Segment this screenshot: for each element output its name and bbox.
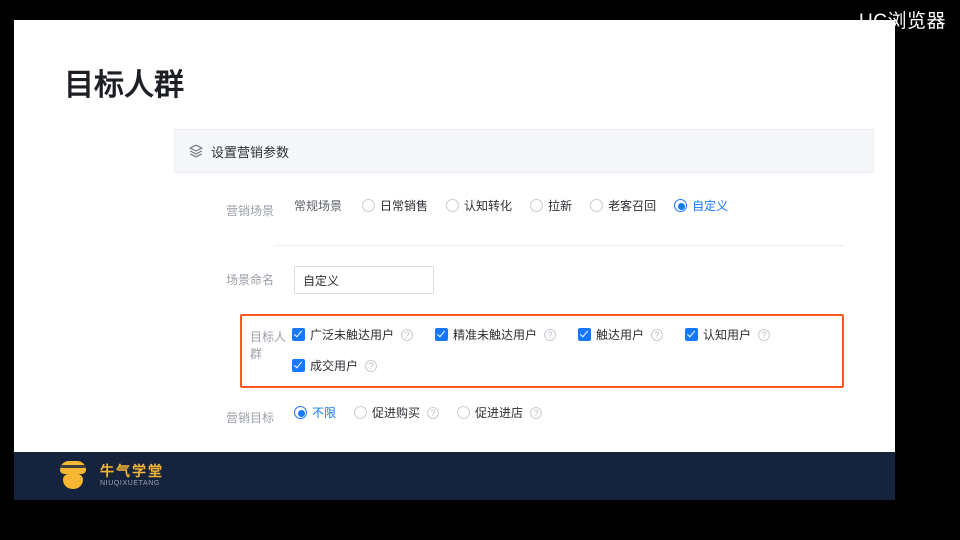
footer-bar: 牛气学堂 NIUQIXUETANG (14, 452, 895, 500)
brand-en: NIUQIXUETANG (100, 480, 164, 488)
row-goal-content: 不限 促进购买? 促进进店? (294, 404, 874, 421)
brand-mascot-icon (56, 461, 90, 491)
radio-dot-icon (590, 199, 603, 212)
layers-icon (189, 144, 203, 158)
help-icon[interactable]: ? (544, 329, 556, 341)
row-audience-label: 目标人群 (242, 326, 292, 362)
content-slide: 目标人群 设置营销参数 营销场景 常规场景 日常销售 认知转 (14, 20, 895, 452)
scene-options: 常规场景 日常销售 认知转化 拉新 老客召回 自定义 (294, 197, 844, 214)
row-goal-label: 营销目标 (174, 404, 294, 426)
help-icon[interactable]: ? (365, 360, 377, 372)
brand-text: 牛气学堂 NIUQIXUETANG (100, 464, 164, 487)
radio-promote-visit[interactable]: 促进进店? (457, 404, 542, 421)
row-audience: 目标人群 广泛未触达用户? 精准未触达用户? 触达用户? 认知用户? 成交用户? (174, 314, 874, 388)
page-title: 目标人群 (64, 60, 184, 104)
radio-new-user[interactable]: 拉新 (530, 197, 572, 214)
brand-cn: 牛气学堂 (100, 464, 164, 479)
row-scene-label: 营销场景 (174, 197, 294, 219)
checkbox-icon (578, 328, 591, 341)
divider (274, 245, 844, 246)
panel-header: 设置营销参数 (174, 129, 874, 173)
radio-dot-icon (530, 199, 543, 212)
checkbox-icon (292, 328, 305, 341)
panel-header-title: 设置营销参数 (211, 142, 289, 161)
radio-dot-icon (446, 199, 459, 212)
radio-unlimited[interactable]: 不限 (294, 404, 336, 421)
radio-promote-buy[interactable]: 促进购买? (354, 404, 439, 421)
checkbox-icon (292, 359, 305, 372)
help-icon[interactable]: ? (651, 329, 663, 341)
row-audience-content: 目标人群 广泛未触达用户? 精准未触达用户? 触达用户? 认知用户? 成交用户? (244, 314, 874, 388)
radio-dot-icon (294, 406, 307, 419)
radio-custom[interactable]: 自定义 (674, 197, 728, 214)
row-scene-content: 常规场景 日常销售 认知转化 拉新 老客召回 自定义 (294, 197, 874, 214)
help-icon[interactable]: ? (427, 407, 439, 419)
row-name-label: 场景命名 (174, 266, 294, 288)
help-icon[interactable]: ? (401, 329, 413, 341)
help-icon[interactable]: ? (530, 407, 542, 419)
scene-category-label: 常规场景 (294, 197, 342, 214)
row-name: 场景命名 (174, 266, 874, 294)
row-name-content (294, 266, 874, 294)
highlight-box: 目标人群 广泛未触达用户? 精准未触达用户? 触达用户? 认知用户? 成交用户? (240, 314, 844, 388)
check-aware[interactable]: 认知用户? (685, 326, 770, 343)
check-broad-unreached[interactable]: 广泛未触达用户? (292, 326, 413, 343)
row-goal: 营销目标 不限 促进购买? 促进进店? (174, 404, 874, 426)
row-scene: 营销场景 常规场景 日常销售 认知转化 拉新 老客召回 自定义 (174, 197, 874, 219)
spacer (174, 314, 244, 319)
scene-name-input[interactable] (294, 266, 434, 294)
checkbox-icon (435, 328, 448, 341)
check-reached[interactable]: 触达用户? (578, 326, 663, 343)
checkbox-icon (685, 328, 698, 341)
form-area: 营销场景 常规场景 日常销售 认知转化 拉新 老客召回 自定义 场景命名 (174, 173, 874, 426)
radio-dot-icon (674, 199, 687, 212)
radio-daily-sales[interactable]: 日常销售 (362, 197, 428, 214)
radio-dot-icon (457, 406, 470, 419)
radio-dot-icon (362, 199, 375, 212)
radio-recall[interactable]: 老客召回 (590, 197, 656, 214)
radio-awareness[interactable]: 认知转化 (446, 197, 512, 214)
settings-panel: 设置营销参数 营销场景 常规场景 日常销售 认知转化 拉新 老客召回 自定义 (174, 129, 874, 446)
radio-dot-icon (354, 406, 367, 419)
check-precise-unreached[interactable]: 精准未触达用户? (435, 326, 556, 343)
check-purchased[interactable]: 成交用户? (292, 357, 377, 374)
help-icon[interactable]: ? (758, 329, 770, 341)
